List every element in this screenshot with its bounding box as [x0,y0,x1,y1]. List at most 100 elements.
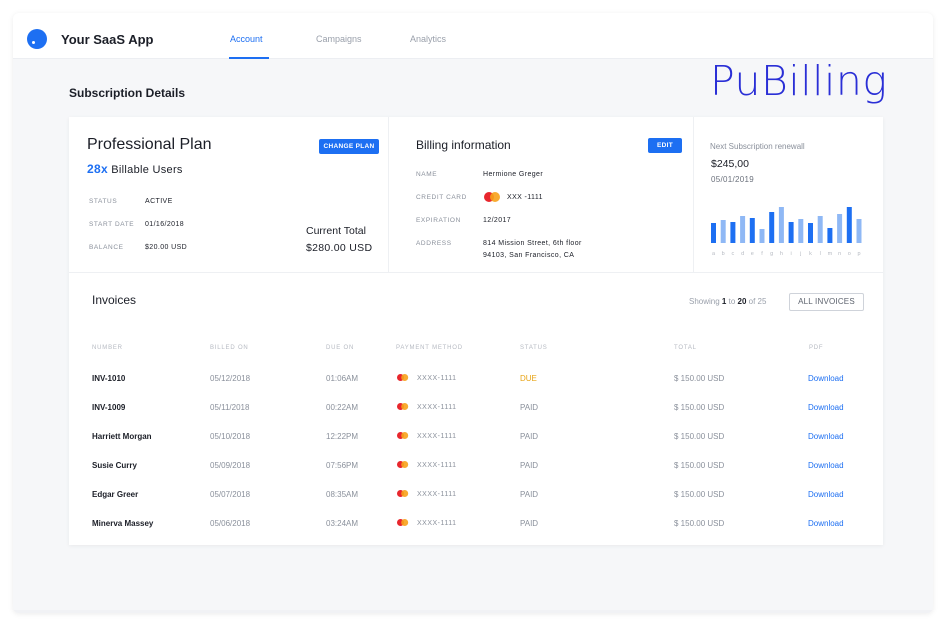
mastercard-icon [397,374,409,381]
tab-account[interactable]: Account [230,34,263,44]
due-on: 01:06AM [326,374,359,383]
chart-bar [856,219,862,243]
subscription-card: Professional Plan 28x Billable Users CHA… [69,117,883,545]
column-header-number: NUMBER [92,345,123,351]
billed-on: 05/06/2018 [210,519,251,528]
mastercard-icon [397,490,409,497]
invoice-number: INV-1009 [92,403,126,412]
payment-method: XXXX-1111 [417,520,457,527]
invoice-total: $ 150.00 USD [674,403,725,412]
name-value: Hermione Greger [483,171,544,178]
edit-billing-button[interactable]: EDIT [648,138,682,153]
mastercard-icon [484,192,500,202]
table-row: INV-1010 05/12/2018 01:06AM XXXX-1111 DUE $ 1… [69,373,883,402]
chart-bar [827,228,833,243]
invoices-title: Invoices [92,293,137,307]
chart-tick-label: a [712,251,716,257]
invoice-status: PAID [520,403,539,412]
all-invoices-button[interactable]: ALL INVOICES [789,293,864,311]
column-header-total: TOTAL [674,345,697,351]
invoice-total: $ 150.00 USD [674,519,725,528]
download-link[interactable]: Download [808,402,844,414]
payment-method: XXXX-1111 [417,491,457,498]
billed-on: 05/09/2018 [210,461,251,470]
brand-watermark: PuBilling [710,57,888,105]
showing-prefix: Showing [689,297,720,306]
invoice-total: $ 150.00 USD [674,490,725,499]
billed-on: 05/10/2018 [210,432,251,441]
download-link[interactable]: Download [808,518,844,530]
invoice-status: PAID [520,490,539,499]
address-line-1: 814 Mission Street, 6th floor [483,240,582,247]
table-row: Susie Curry 05/09/2018 07:56PM XXXX-1111 PAI… [69,460,883,489]
renewal-amount: $245,00 [711,158,749,170]
app-logo-icon[interactable] [27,29,47,49]
balance-value: $20.00 USD [145,244,188,251]
billable-users-count: 28x [87,162,108,176]
chart-tick-label: d [741,251,744,257]
app-title: Your SaaS App [61,32,154,47]
chart-tick-label: c [732,251,735,257]
billed-on: 05/11/2018 [210,403,250,412]
payment-method: XXXX-1111 [417,462,457,469]
showing-total: of 25 [748,297,767,306]
footer-strip [13,610,933,613]
chart-bar [740,216,746,243]
download-link[interactable]: Download [808,489,844,501]
active-tab-indicator [229,57,269,59]
invoice-number: Edgar Greer [92,490,139,499]
tab-campaigns[interactable]: Campaigns [316,34,362,44]
invoice-total: $ 150.00 USD [674,374,725,383]
chart-bar [798,219,804,243]
payment-method: XXXX-1111 [417,433,457,440]
chart-tick-label: l [820,251,821,257]
mastercard-icon [397,461,409,468]
expiration-label: EXPIRATION [416,217,461,224]
name-label: NAME [416,171,438,178]
app-window: Your SaaS App Account Campaigns Analytic… [13,13,933,613]
table-row: Edgar Greer 05/07/2018 08:35AM XXXX-1111 PAI… [69,489,883,518]
address-line-2: 94103, San Francisco, CA [483,252,575,259]
plan-title: Professional Plan [87,136,212,153]
billed-on: 05/12/2018 [210,374,251,383]
change-plan-button[interactable]: CHANGE PLAN [319,139,379,154]
download-link[interactable]: Download [808,373,844,385]
chart-bar [817,216,823,243]
billable-users: 28x Billable Users [87,162,183,176]
due-on: 00:22AM [326,403,359,412]
start-date-label: START DATE [89,221,135,228]
chart-tick-label: h [780,251,783,257]
invoice-status: PAID [520,461,539,470]
section-divider [69,272,883,273]
chart-bar [837,214,843,243]
chart-bar [749,218,755,243]
current-total-value: $280.00 USD [306,242,373,254]
showing-from: 1 [721,297,727,306]
mastercard-icon [397,403,409,410]
renewal-bar-chart: ab cd e f g h i j k l mn op [711,207,862,257]
due-on: 08:35AM [326,490,359,499]
page-title: Subscription Details [69,86,186,100]
payment-method: XXXX-1111 [417,404,457,411]
invoice-number: INV-1010 [92,374,126,383]
chart-tick-label: k [809,251,812,257]
chart-tick-label: j [799,251,801,257]
address-label: ADDRESS [416,240,452,247]
invoice-number: Harriett Morgan [92,432,152,441]
download-link[interactable]: Download [808,460,844,472]
tab-analytics[interactable]: Analytics [410,34,446,44]
chart-tick-label: b [722,251,725,257]
column-header-due-on: DUE ON [326,345,355,351]
chart-tick-label: i [790,251,791,257]
showing-to-word: to [728,297,736,306]
chart-tick-label: p [857,251,860,257]
billing-info-title: Billing information [416,138,511,152]
table-row: Harriett Morgan 05/10/2018 12:22PM XXXX-111… [69,431,883,460]
download-link[interactable]: Download [808,431,844,443]
chart-tick-label: n [838,251,841,257]
credit-card-label: CREDIT CARD [416,194,467,201]
invoice-status: DUE [520,374,537,383]
top-navigation-bar: Your SaaS App Account Campaigns Analytic… [13,13,933,59]
chart-bar [720,220,726,243]
due-on: 07:56PM [326,461,359,470]
